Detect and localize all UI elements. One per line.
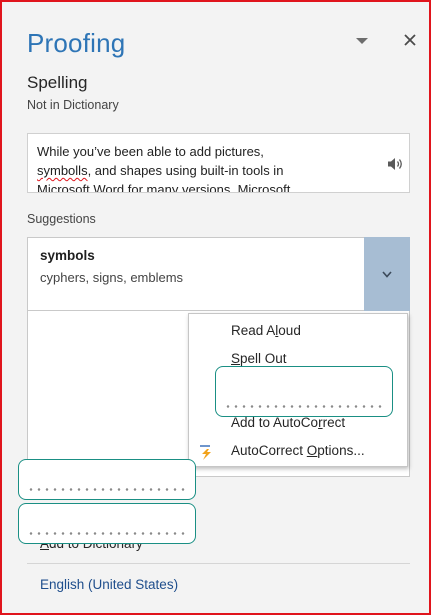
- suggestions-label: Suggestions: [27, 212, 96, 226]
- menu-item-read-aloud[interactable]: Read Aloud: [231, 323, 301, 338]
- read-aloud-button[interactable]: [386, 156, 404, 172]
- section-subtitle: Not in Dictionary: [27, 98, 119, 112]
- divider: [27, 563, 410, 564]
- misspelled-word: symbolls: [37, 163, 88, 178]
- menu-label: oud: [278, 323, 301, 338]
- close-button[interactable]: [400, 30, 420, 50]
- menu-accelerator: O: [306, 443, 318, 458]
- context-line: Microsoft Word for many versions, Micros…: [37, 182, 291, 193]
- language-link[interactable]: English (United States): [40, 577, 178, 592]
- context-line-rest: , and shapes using built-in tools in: [87, 163, 284, 178]
- chevron-down-icon: [382, 270, 392, 278]
- suggestion-word: symbols: [40, 248, 95, 263]
- menu-item-autocorrect-options[interactable]: AutoCorrect Options...: [231, 443, 365, 458]
- context-text: While you’ve been able to add pictures, …: [37, 142, 357, 193]
- pane-title: Proofing: [27, 28, 126, 58]
- proofing-pane: Proofing Spelling Not in Dictionary Whil…: [0, 0, 431, 615]
- pane-options-button[interactable]: [354, 34, 370, 48]
- chevron-down-icon: [356, 38, 368, 44]
- speaker-icon: [388, 158, 402, 170]
- menu-label: pell Out: [240, 351, 287, 366]
- redacted-option: [18, 503, 196, 544]
- menu-accelerator: S: [231, 351, 241, 366]
- suggestion-item[interactable]: symbols cyphers, signs, emblems: [27, 237, 410, 311]
- context-sentence-box: While you’ve been able to add pictures, …: [27, 133, 410, 193]
- menu-item-add-to-autocorrect[interactable]: Add to AutoCorrect: [231, 415, 345, 430]
- suggestion-synonyms: cyphers, signs, emblems: [40, 270, 184, 285]
- menu-label: ptions...: [317, 443, 365, 458]
- context-line: While you’ve been able to add pictures,: [37, 144, 264, 159]
- menu-label: Read A: [231, 323, 276, 338]
- redacted-option: [18, 459, 196, 500]
- menu-label: Add to AutoCo: [231, 415, 319, 430]
- menu-item-spell-out[interactable]: Spell Out: [231, 351, 287, 366]
- suggestion-expand-button[interactable]: [364, 237, 410, 311]
- redacted-menu-item: [215, 366, 393, 417]
- menu-label: AutoCorrect: [231, 443, 307, 458]
- menu-label: rect: [322, 415, 346, 430]
- close-icon: [404, 34, 416, 46]
- section-heading: Spelling: [27, 73, 88, 92]
- context-line: symbolls, and shapes using built-in tool…: [37, 161, 357, 180]
- lightning-bolt-icon: [200, 445, 211, 460]
